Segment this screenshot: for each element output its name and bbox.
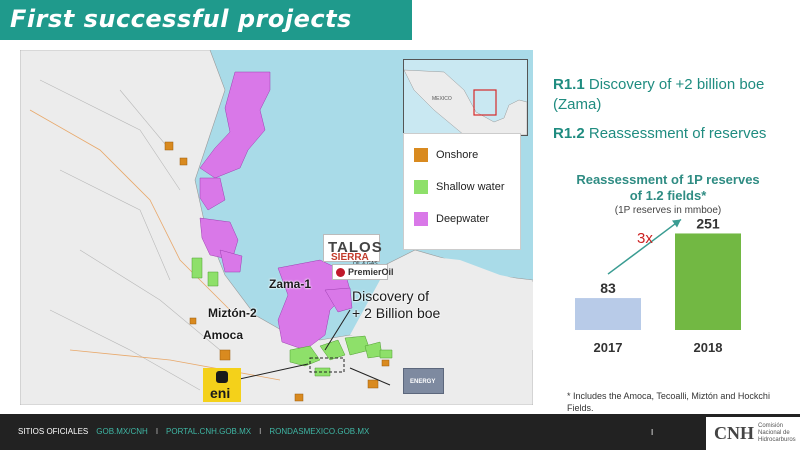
legend-swatch [414, 212, 428, 226]
title-bar: First successful projects [0, 0, 412, 40]
cnh-logo-abbr: CNH [714, 423, 754, 443]
footer-separator: I [155, 427, 159, 436]
chart-subtitle: (1P reserves in mmboe) [614, 205, 722, 216]
footer-link-rondas[interactable]: RONDASMEXICO.GOB.MX [269, 427, 369, 436]
discovery-label-line1: Discovery of [352, 288, 430, 304]
result-r1-1-line2: (Zama) [553, 96, 601, 113]
premier-oil-logo: PremierOil [332, 264, 394, 280]
inset-map: MEXICO [403, 59, 528, 136]
discovery-label-line2: + 2 Billion boe [352, 305, 441, 321]
bar-2018 [675, 233, 741, 330]
growth-arrow-head [672, 219, 681, 228]
legend-item-onshore: Onshore [414, 148, 478, 162]
chart-title-line2: of 1.2 fields* [629, 188, 707, 203]
footer-separator: I [259, 427, 262, 436]
legend-item-shallow-water: Shallow water [414, 180, 504, 194]
cnh-logo: CNH Comisión Nacional de Hidrocarburos [706, 417, 800, 450]
footnote: * Includes the Amoca, Tecoalli, Miztón a… [567, 391, 770, 413]
cnh-logo-fullname: Comisión Nacional de Hidrocarburos [758, 423, 796, 443]
result-r1-1-text: Discovery of +2 billion boe [584, 76, 765, 93]
footer: SITIOS OFICIALES GOB.MX/CNH I PORTAL.CNH… [0, 414, 800, 450]
legend-swatch [414, 148, 428, 162]
fieldwood-logo-text: ENERGY [410, 379, 436, 385]
inset-graphic [404, 60, 527, 135]
amoca-label: Amoca [203, 328, 244, 342]
chart-title-line1: Reassessment of 1P reserves [576, 172, 760, 187]
page-number: I [651, 428, 654, 437]
result-r1-2-text: Reassessment of reserves [584, 125, 767, 142]
footer-label: SITIOS OFICIALES [18, 427, 89, 436]
bar-2017 [575, 298, 641, 330]
growth-annotation: 3x [637, 230, 653, 247]
result-r1-1: R1.1 Discovery of +2 billion boe [553, 76, 764, 93]
legend-label: Onshore [436, 149, 479, 161]
fieldwood-logo: ENERGY [403, 368, 444, 394]
eni-dog-icon [216, 371, 228, 383]
map-panel: MEXICO Onshore Shallow water Deepwater T… [20, 50, 533, 405]
bar-value-label: 251 [696, 218, 720, 231]
category-label: 2018 [694, 340, 723, 355]
result-r1-2: R1.2 Reassessment of reserves [553, 125, 766, 142]
legend-swatch [414, 180, 428, 194]
footer-link-portal[interactable]: PORTAL.CNH.GOB.MX [166, 427, 251, 436]
result-r1-2-code: R1.2 [553, 125, 585, 142]
inset-label: MEXICO [432, 96, 452, 102]
footer-links: SITIOS OFICIALES GOB.MX/CNH I PORTAL.CNH… [18, 427, 369, 436]
premier-oil-text: PremierOil [348, 267, 394, 277]
mizton-label: Miztón-2 [208, 306, 257, 320]
reserves-bar-chart: 83 2017 251 2018 3x [575, 218, 741, 355]
eni-logo: eni [203, 368, 241, 402]
legend-label: Deepwater [436, 213, 490, 225]
result-r1-1-code: R1.1 [553, 76, 585, 93]
map-legend: Onshore Shallow water Deepwater [403, 133, 521, 250]
eni-logo-text: eni [210, 385, 231, 401]
footer-link-gob[interactable]: GOB.MX/CNH [96, 427, 148, 436]
legend-label: Shallow water [436, 181, 505, 193]
zama-label: Zama-1 [269, 277, 312, 291]
category-label: 2017 [594, 340, 623, 355]
legend-item-deepwater: Deepwater [414, 212, 489, 226]
page-title: First successful projects [10, 5, 352, 33]
bar-value-label: 83 [600, 280, 616, 296]
premier-oil-icon [336, 268, 345, 277]
result-r1-1-text2: (Zama) [553, 96, 602, 113]
